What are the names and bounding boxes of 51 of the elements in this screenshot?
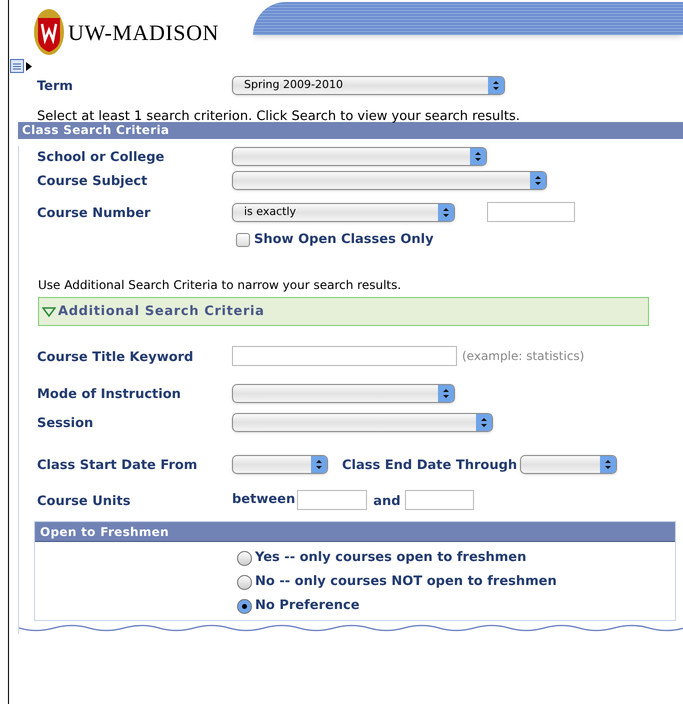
radio-button[interactable] bbox=[237, 574, 252, 590]
dropdown[interactable] bbox=[232, 170, 547, 190]
radio-button[interactable] bbox=[237, 598, 252, 614]
radio-button[interactable] bbox=[237, 550, 252, 566]
stepper-icon bbox=[530, 172, 546, 188]
field-label: Term bbox=[37, 79, 73, 94]
input-field[interactable] bbox=[232, 346, 457, 366]
stepper-icon bbox=[438, 384, 454, 402]
input-field[interactable] bbox=[487, 202, 575, 222]
expand-arrow-icon[interactable] bbox=[26, 62, 32, 70]
field-label: Class End Date Through bbox=[342, 458, 518, 473]
dropdown[interactable] bbox=[232, 146, 487, 166]
page-icon[interactable] bbox=[10, 59, 24, 73]
stepper-icon bbox=[311, 456, 327, 472]
field-label: Course Title Keyword bbox=[37, 350, 194, 365]
checkbox-label: Show Open Classes Only bbox=[254, 231, 434, 250]
stepper-icon bbox=[476, 414, 492, 430]
stepper-icon bbox=[488, 76, 504, 94]
dropdown[interactable]: is exactly bbox=[232, 202, 455, 222]
stepper-icon bbox=[600, 456, 616, 472]
stepper-icon bbox=[438, 204, 454, 220]
radio-label: Yes -- only courses open to freshmen bbox=[255, 549, 526, 568]
section-header: Open to Freshmen bbox=[35, 522, 675, 542]
radio-label: No Preference bbox=[255, 597, 360, 616]
collapsible-header[interactable]: Additional Search Criteria bbox=[38, 297, 649, 326]
triangle-down-icon bbox=[42, 306, 56, 316]
dropdown[interactable] bbox=[232, 412, 493, 432]
logo-text: UW-MADISON bbox=[68, 18, 219, 46]
hint-text: (example: statistics) bbox=[462, 348, 584, 365]
dropdown[interactable] bbox=[520, 454, 618, 474]
checkbox[interactable] bbox=[236, 233, 250, 247]
input-field[interactable] bbox=[297, 490, 368, 510]
instruction-text: Select at least 1 search criterion. Click Search to view your search results. bbox=[37, 109, 520, 124]
section-header: Class Search Criteria bbox=[18, 122, 683, 139]
field-label: Session bbox=[37, 416, 94, 431]
stepper-icon bbox=[470, 148, 486, 164]
field-label: Course Units bbox=[37, 494, 130, 509]
range-label: and bbox=[373, 494, 401, 509]
crest-icon bbox=[33, 8, 65, 56]
radio-label: No -- only courses NOT open to freshmen bbox=[255, 573, 557, 592]
range-label: between bbox=[232, 491, 296, 510]
note-text: Use Additional Search Criteria to narrow your search results. bbox=[38, 278, 402, 292]
field-label: Class Start Date From bbox=[37, 458, 198, 473]
dropdown[interactable]: Spring 2009-2010 bbox=[232, 76, 505, 94]
field-label: Course Number bbox=[37, 206, 150, 221]
field-label: School or College bbox=[37, 150, 164, 165]
dropdown[interactable] bbox=[232, 454, 328, 474]
dropdown[interactable] bbox=[232, 384, 455, 402]
input-field[interactable] bbox=[404, 490, 474, 510]
field-label: Mode of Instruction bbox=[37, 387, 181, 402]
field-label: Course Subject bbox=[37, 174, 148, 189]
